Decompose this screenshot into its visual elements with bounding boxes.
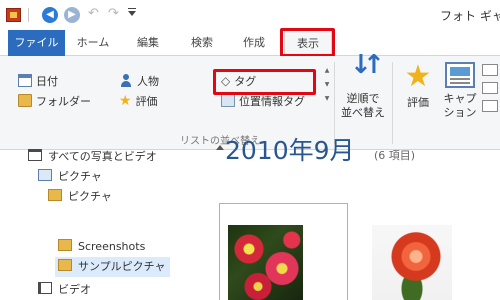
caption-icon	[445, 62, 475, 88]
calendar-icon	[18, 74, 32, 87]
ribbon-separator	[392, 62, 393, 144]
star-icon: ★	[119, 93, 132, 109]
view-option-icon[interactable]	[482, 82, 498, 94]
tree-item-all-photos[interactable]: すべての写真とビデオ	[28, 147, 157, 167]
reverse-sort-icon	[346, 58, 385, 88]
title-separator	[28, 8, 29, 22]
caption-label-2: ション	[443, 106, 477, 119]
scroll-up-icon[interactable]: ▲	[322, 64, 332, 78]
tree-item-label: すべての写真とビデオ	[48, 150, 157, 163]
tree-item-pictures-library[interactable]: ピクチャ	[38, 167, 102, 187]
tag-button-highlight	[213, 69, 316, 95]
gallery-scroll[interactable]: ▲ ▼ ▼	[322, 64, 332, 110]
tree-item-label: サンプルピクチャ	[78, 260, 166, 273]
redo-icon[interactable]: ↷	[108, 6, 119, 21]
rating-button[interactable]: ★ 評価	[398, 62, 438, 110]
section-title: 2010年9月	[225, 136, 355, 165]
window-title: フォト ギャ	[440, 9, 500, 23]
sort-by-rating-label: 評価	[135, 95, 158, 108]
tab-file[interactable]: ファイル	[8, 30, 65, 56]
tree-item-label: ピクチャ	[68, 190, 112, 203]
folder-icon	[58, 239, 72, 251]
tree-item-videos[interactable]: ビデオ	[38, 280, 91, 300]
ribbon-tabs: ファイル ホーム 編集 検索 作成 表示	[0, 30, 500, 56]
reverse-sort-label-2: 並べ替え	[341, 106, 385, 119]
title-bar: ◀ ▶ ↶ ↷ フォト ギャ	[0, 0, 500, 30]
pictures-icon	[38, 169, 52, 181]
sort-by-folder-label: フォルダー	[36, 95, 91, 108]
folder-icon	[58, 259, 72, 271]
tree-item-pictures-folder[interactable]: ピクチャ	[48, 187, 112, 207]
tab-home[interactable]: ホーム	[70, 30, 116, 56]
geotag-icon	[221, 94, 235, 107]
photo-gallery-icon[interactable]	[6, 8, 21, 22]
view-tab-highlight	[280, 28, 335, 57]
tree-item-sample-pictures[interactable]: サンプルピクチャ	[55, 257, 170, 277]
sort-by-geotag-button[interactable]: 位置情報タグ	[221, 93, 305, 111]
sort-by-person-label: 人物	[137, 75, 159, 88]
sort-by-date-label: 日付	[36, 75, 58, 88]
person-icon	[119, 74, 133, 87]
forward-arrow-icon[interactable]: ▶	[64, 7, 80, 23]
rating-button-label: 評価	[407, 96, 429, 109]
scroll-down-icon[interactable]: ▼	[322, 78, 332, 92]
sort-by-folder-button[interactable]: フォルダー	[18, 93, 91, 111]
tree-item-screenshots[interactable]: Screenshots	[58, 237, 145, 257]
photo-thumbnail[interactable]	[228, 225, 303, 300]
tree-item-label: ピクチャ	[58, 170, 102, 183]
view-option-icon[interactable]	[482, 64, 498, 76]
caption-button[interactable]: キャプ ション	[440, 62, 480, 120]
sort-by-date-button[interactable]: 日付	[18, 73, 58, 91]
sort-by-person-button[interactable]: 人物	[119, 73, 159, 91]
qat-customize-icon[interactable]	[128, 8, 136, 16]
caption-label-1: キャプ	[443, 92, 477, 105]
star-icon: ★	[404, 59, 432, 94]
reverse-sort-button[interactable]: 逆順で 並べ替え	[340, 58, 386, 120]
expand-gallery-icon[interactable]: ▼	[322, 92, 332, 106]
tab-search[interactable]: 検索	[180, 30, 224, 56]
sort-by-rating-button[interactable]: ★ 評価	[119, 93, 158, 111]
tree-item-label: Screenshots	[78, 240, 146, 253]
photo-thumbnail[interactable]	[372, 225, 452, 300]
reverse-sort-label-1: 逆順で	[346, 92, 380, 105]
view-option-icon[interactable]	[482, 100, 498, 112]
item-count: (6 項目)	[374, 149, 416, 162]
tree-item-label: ビデオ	[58, 283, 91, 296]
undo-icon[interactable]: ↶	[88, 6, 99, 21]
sort-by-geotag-label: 位置情報タグ	[239, 95, 305, 108]
video-icon	[38, 282, 52, 294]
tab-create[interactable]: 作成	[232, 30, 276, 56]
all-photos-icon	[28, 149, 42, 161]
folder-icon	[18, 94, 32, 107]
tab-edit[interactable]: 編集	[126, 30, 170, 56]
back-arrow-icon[interactable]: ◀	[42, 7, 58, 23]
folder-icon	[48, 189, 62, 201]
view-options	[482, 64, 500, 118]
collapse-section-icon[interactable]	[216, 145, 224, 150]
